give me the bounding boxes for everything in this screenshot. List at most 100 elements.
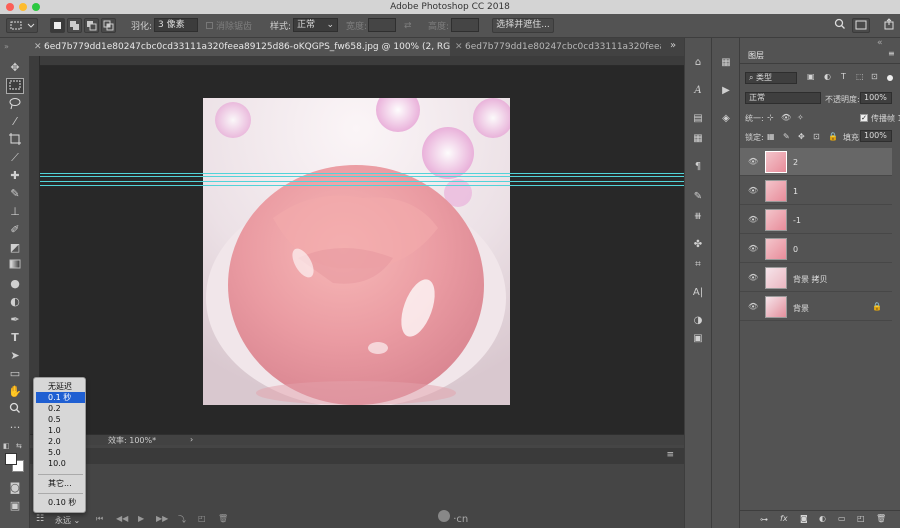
layer-row[interactable] [740, 177, 892, 205]
fill-input[interactable]: 100% [860, 130, 892, 142]
layer-name[interactable]: 背景 [793, 303, 809, 314]
libraries-panel-icon[interactable]: ▣ [690, 332, 706, 346]
guide-line[interactable] [40, 173, 684, 174]
subtract-selection-icon[interactable] [84, 18, 99, 33]
minimize-window-button[interactable] [19, 3, 27, 11]
menu-item-other[interactable]: 其它... [36, 478, 85, 489]
share-icon[interactable] [883, 18, 895, 34]
menu-item-0-2[interactable]: 0.2 [36, 403, 85, 414]
healing-brush-tool-icon[interactable]: ✚ [6, 168, 24, 184]
move-tool-icon[interactable]: ✥ [6, 60, 24, 76]
path-selection-tool-icon[interactable]: ➤ [6, 348, 24, 364]
close-tab-icon[interactable]: ✕ [455, 38, 463, 56]
crop-tool-icon[interactable] [6, 132, 24, 148]
pen-tool-icon[interactable]: ✒ [6, 312, 24, 328]
layer-row[interactable] [740, 235, 892, 263]
unify-style-icon[interactable]: ✧ [797, 113, 804, 122]
styles-panel-icon[interactable]: ◑ [690, 314, 706, 328]
workspace-button[interactable] [852, 18, 870, 33]
layer-style-icon[interactable]: fx [780, 514, 788, 523]
panel-menu-icon[interactable]: ≡ [666, 450, 674, 460]
filter-shape-icon[interactable]: ⬚ [856, 72, 864, 81]
document-image[interactable] [203, 98, 510, 405]
brush-settings-icon[interactable]: ✎ [690, 190, 706, 204]
menu-item-current[interactable]: 0.10 秒 [36, 497, 85, 508]
visibility-eye-icon[interactable]: 👁 [748, 157, 758, 166]
visibility-eye-icon[interactable]: 👁 [748, 215, 758, 224]
visibility-eye-icon[interactable]: 👁 [748, 186, 758, 195]
intersect-selection-icon[interactable] [101, 18, 116, 33]
dodge-tool-icon[interactable]: ◐ [6, 294, 24, 310]
new-selection-icon[interactable] [50, 18, 65, 33]
layer-name[interactable]: 背景 拷贝 [793, 274, 828, 285]
channels-panel-icon[interactable]: ✤ [690, 238, 706, 252]
lock-artboard-icon[interactable]: ⊡ [813, 132, 820, 141]
layer-row[interactable] [740, 206, 892, 234]
guide-line[interactable] [40, 181, 684, 182]
magic-wand-tool-icon[interactable]: ⁄ [6, 114, 24, 130]
panel-menu-icon[interactable]: ≡ [888, 49, 895, 58]
duplicate-frame-icon[interactable]: ◰ [198, 514, 206, 523]
loop-select[interactable]: 永远 ⌄ [55, 515, 80, 526]
width-input[interactable] [368, 18, 396, 32]
tab-document-active[interactable]: ✕ 6ed7b779dd1e80247cbc0cd33111a320feea89… [30, 38, 450, 56]
previous-frame-icon[interactable]: ◀◀ [116, 514, 128, 523]
lock-transparent-icon[interactable]: ▦ [767, 132, 775, 141]
visibility-eye-icon[interactable]: 👁 [748, 244, 758, 253]
properties-panel-icon[interactable]: ▤ [690, 112, 706, 126]
adjustments-icon[interactable]: ⧻ [690, 210, 706, 224]
first-frame-icon[interactable]: ⏮ [96, 514, 103, 524]
status-menu-arrow-icon[interactable]: › [190, 435, 193, 444]
visibility-eye-icon[interactable]: 👁 [748, 302, 758, 311]
antialias-checkbox[interactable] [206, 22, 213, 29]
play-icon[interactable]: ▶ [138, 514, 144, 523]
zoom-window-button[interactable] [32, 3, 40, 11]
layer-name[interactable]: 0 [793, 245, 798, 254]
collapse-toolbar-icon[interactable]: » [4, 42, 9, 51]
zoom-tool-icon[interactable] [6, 402, 24, 418]
hand-tool-icon[interactable]: ✋ [6, 384, 24, 400]
lock-all-icon[interactable]: 🔒 [828, 132, 838, 141]
eyedropper-tool-icon[interactable]: ⟋ [6, 150, 24, 166]
filter-kind-select[interactable]: ⌕ 类型 [745, 72, 797, 84]
rect-marquee-tool-icon[interactable] [6, 78, 24, 94]
collapse-panel-icon[interactable]: « [877, 38, 883, 48]
filter-adjustment-icon[interactable]: ◐ [824, 72, 831, 81]
next-frame-icon[interactable]: ▶▶ [156, 514, 168, 523]
rectangle-tool-icon[interactable]: ▭ [6, 366, 24, 382]
new-group-icon[interactable]: ▭ [838, 514, 846, 523]
layer-mask-icon[interactable]: ◙ [800, 514, 808, 523]
adjustment-layer-icon[interactable]: ◐ [819, 514, 826, 523]
unify-position-icon[interactable]: ⊹ [767, 113, 774, 122]
blend-mode-select[interactable]: 正常 [745, 92, 821, 104]
unify-visibility-icon[interactable]: 👁 [781, 113, 791, 122]
paragraph-panel-icon[interactable]: ¶ [690, 160, 706, 174]
delete-layer-icon[interactable]: 🗑 [876, 514, 886, 523]
delete-frame-icon[interactable]: 🗑 [218, 514, 228, 523]
more-tools-icon[interactable]: ··· [6, 420, 24, 436]
menu-item-0-1[interactable]: 0.1 秒 [36, 392, 85, 403]
feather-input[interactable]: 3 像素 [154, 18, 198, 32]
eraser-tool-icon[interactable]: ◩ [6, 240, 24, 256]
timeline-menu-icon[interactable]: ☷ [36, 514, 44, 524]
paths-panel-icon[interactable]: ⌗ [690, 258, 706, 272]
lock-position-icon[interactable]: ✥ [798, 132, 805, 141]
character-panel-icon[interactable]: A [690, 84, 706, 98]
layer-row[interactable] [740, 293, 892, 321]
guide-line[interactable] [40, 185, 684, 186]
tab-document-inactive[interactable]: ✕ 6ed7b779dd1e80247cbc0cd33111a320feea89 [451, 38, 661, 56]
layers-panel-title[interactable]: 图层 [748, 50, 764, 61]
default-colors-icon[interactable]: ◧ [3, 442, 10, 450]
layer-name[interactable]: 1 [793, 187, 798, 196]
swap-dimensions-icon[interactable]: ⇄ [404, 21, 412, 31]
tab-overflow-icon[interactable]: » [670, 40, 676, 51]
type-tool-icon[interactable]: T [6, 330, 24, 346]
style-select[interactable]: 正常 ⌄ [293, 18, 338, 32]
layer-name[interactable]: 2 [793, 158, 798, 167]
add-selection-icon[interactable] [67, 18, 82, 33]
swap-colors-icon[interactable]: ⇆ [16, 442, 22, 450]
link-layers-icon[interactable]: ⊶ [760, 515, 768, 524]
layer-row[interactable] [740, 148, 892, 176]
filter-pixel-icon[interactable]: ▣ [807, 72, 815, 81]
glyphs-panel-icon[interactable]: A| [690, 286, 706, 300]
